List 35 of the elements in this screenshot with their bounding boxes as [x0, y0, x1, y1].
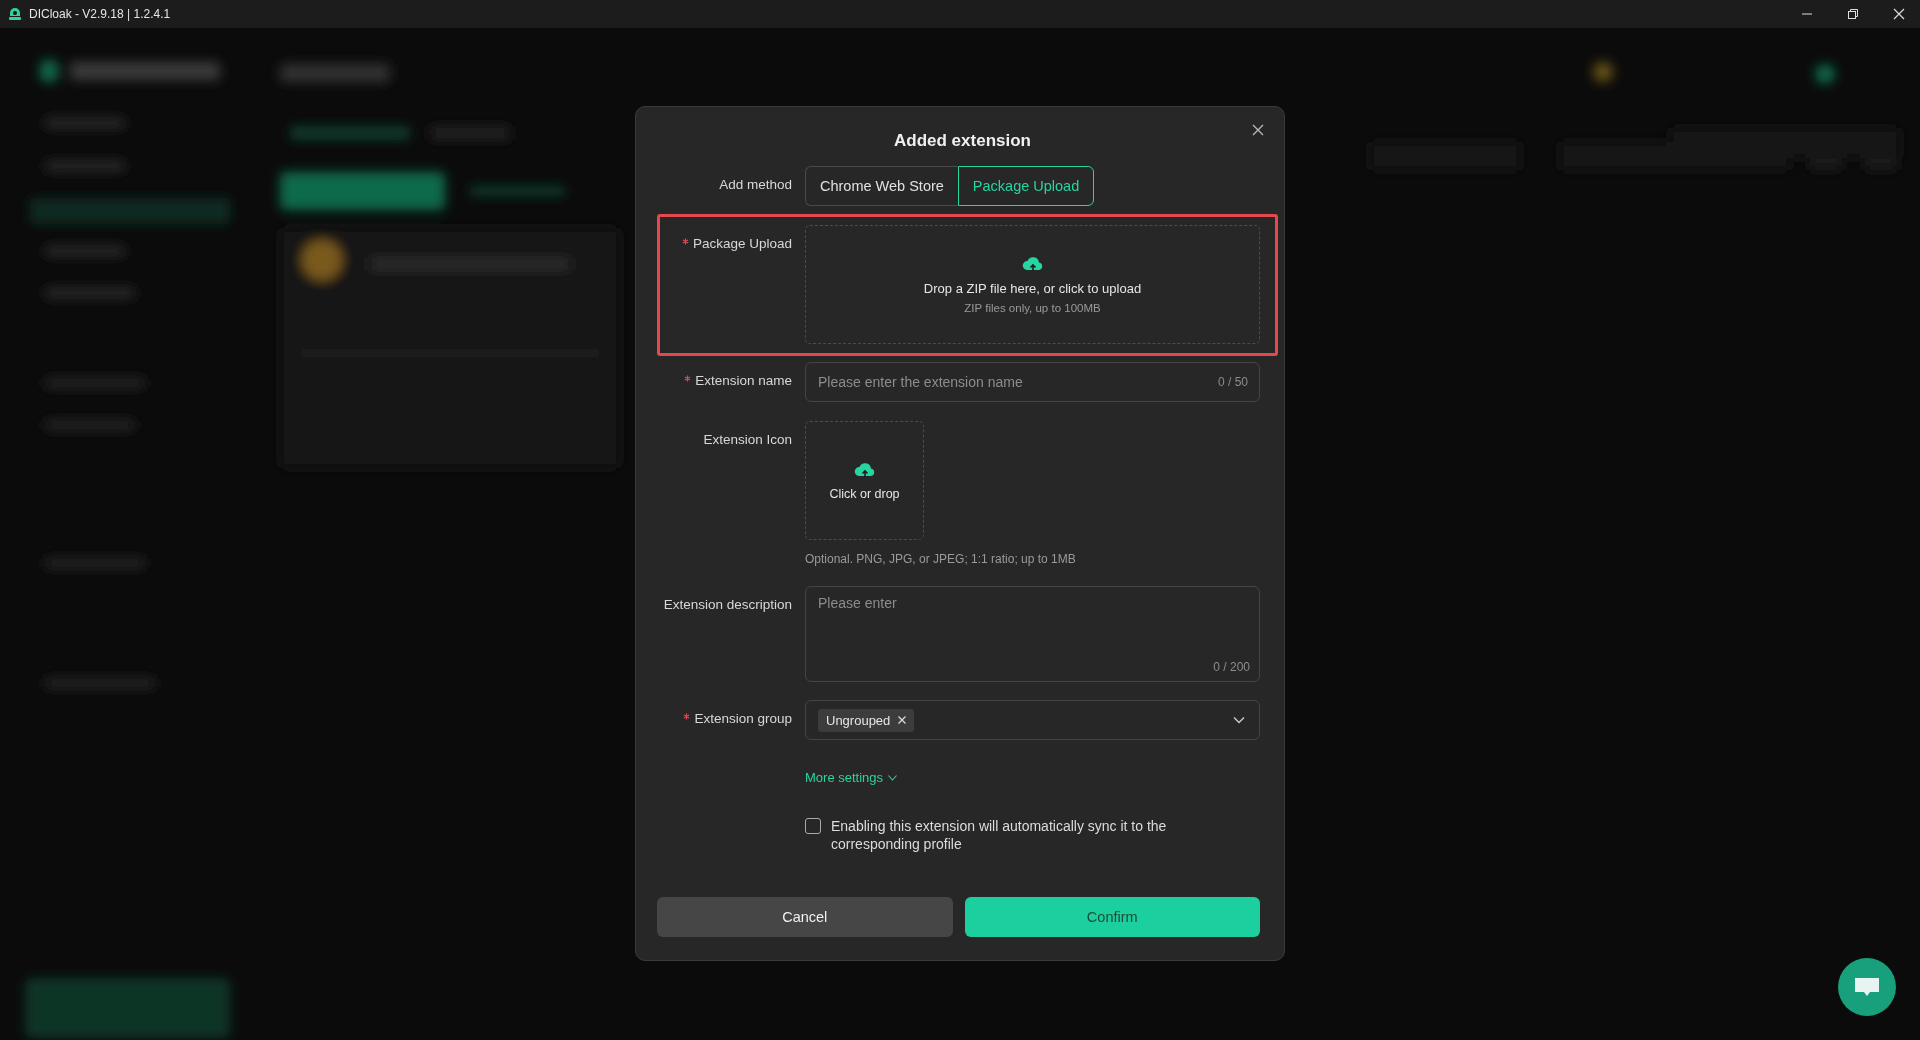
method-tab[interactable]: Chrome Web Store: [805, 166, 958, 206]
field-label: Extension description: [663, 597, 792, 612]
close-icon[interactable]: [1892, 7, 1906, 21]
cloud-upload-icon: [853, 460, 876, 479]
field-label: Add method: [719, 177, 792, 192]
dialog-title: Added extension: [893, 131, 1032, 151]
cancel-button[interactable]: Cancel: [657, 897, 953, 937]
sync-label: Enabling this extension will automatically sync it to the corresponding profile: [831, 817, 1168, 853]
chevron-down-icon: [1233, 716, 1245, 724]
more-settings-link[interactable]: More settings: [805, 770, 884, 785]
chat-button-icon[interactable]: [1838, 958, 1896, 1016]
group-select[interactable]: Ungrouped: [805, 700, 1260, 740]
remove-icon[interactable]: [898, 716, 907, 724]
icon-hint: Optional. PNG, JPG, or JPEG; 1:1 ratio; up to 1MB: [805, 552, 1077, 566]
restore-icon[interactable]: [1846, 7, 1860, 21]
chevron-down-icon: [888, 774, 898, 781]
icon-upload-box[interactable]: Click or drop: [805, 421, 924, 540]
cloud-upload-icon: [1021, 255, 1044, 273]
field-label: Extension name: [695, 373, 792, 388]
field-label: Extension Icon: [703, 432, 792, 447]
confirm-button[interactable]: Confirm: [964, 897, 1260, 937]
window-title: DICloak - V2.9.18 | 1.2.4.1: [29, 7, 171, 21]
field-label: Extension group: [694, 711, 792, 726]
app-logo-icon: [8, 7, 22, 21]
close-icon[interactable]: [1252, 124, 1264, 136]
sync-checkbox[interactable]: [805, 818, 821, 834]
char-counter: 0 / 50: [1217, 375, 1248, 389]
char-counter: 0 / 200: [1213, 660, 1250, 674]
upload-prompt: Drop a ZIP file here, or click to upload: [923, 281, 1142, 296]
icon-upload-prompt: Click or drop: [829, 486, 900, 501]
upload-hint: ZIP files only, up to 100MB: [964, 302, 1101, 314]
upload-dropzone[interactable]: Drop a ZIP file here, or click to upload ZIP files only, up to 100MB: [805, 225, 1260, 344]
tag-text: Ungrouped: [826, 712, 891, 728]
method-tab[interactable]: Package Upload: [957, 166, 1095, 206]
field-label: Package Upload: [692, 236, 792, 251]
